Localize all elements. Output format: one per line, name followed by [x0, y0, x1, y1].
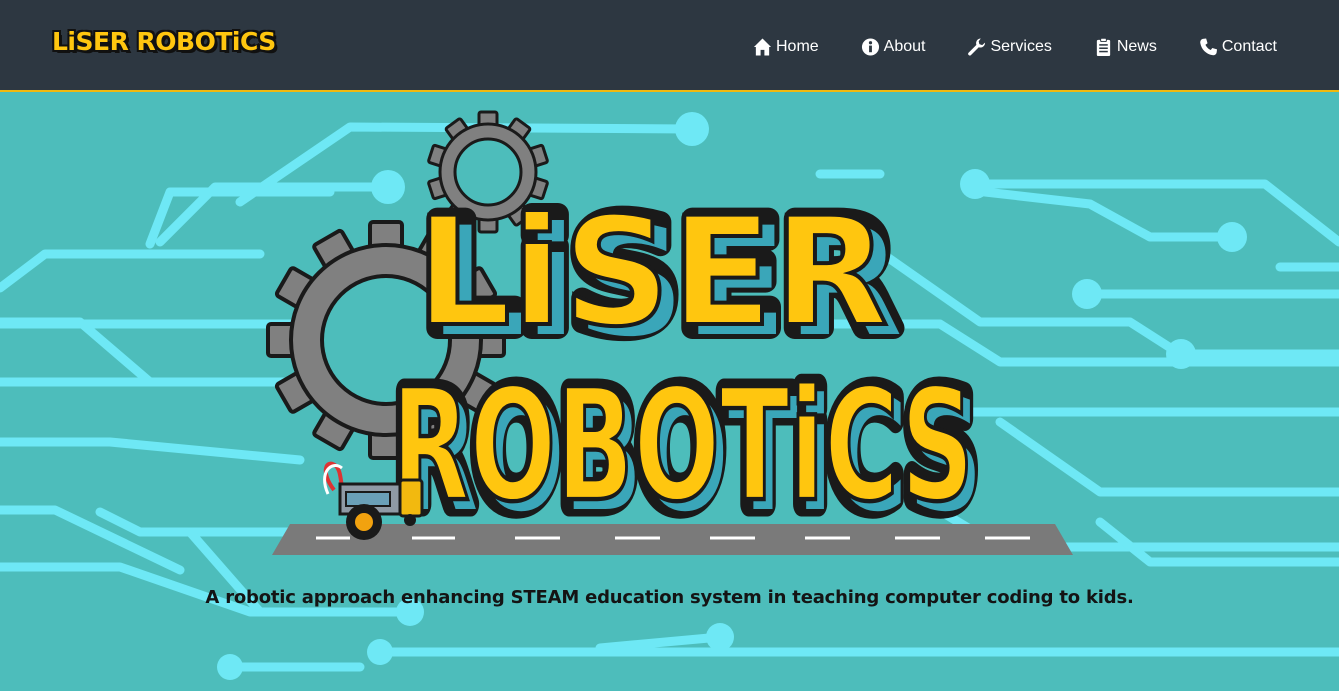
wrench-icon — [967, 37, 986, 57]
nav-services-label: Services — [990, 38, 1052, 55]
nav-contact-label: Contact — [1221, 38, 1277, 55]
nav-about-label: About — [883, 38, 926, 55]
info-icon — [861, 37, 880, 57]
top-navigation-bar: LiSER ROBOTiCS Home About Services News — [0, 0, 1339, 92]
nav-about-link[interactable]: About — [861, 33, 926, 61]
logo-word-robotics: ROBOTiCS ROBOTiCS ROBOTiCS — [385, 350, 988, 551]
svg-text:LiSER: LiSER — [416, 186, 889, 360]
brand-logo[interactable]: LiSER ROBOTiCS — [52, 27, 276, 57]
nav-home-label: Home — [775, 38, 819, 55]
clipboard-icon — [1094, 37, 1113, 57]
hero-tagline: A robotic approach enhancing STEAM educa… — [205, 587, 1134, 608]
nav-contact-link[interactable]: Contact — [1199, 33, 1277, 61]
nav-home-link[interactable]: Home — [753, 33, 819, 61]
svg-text:ROBOTiCS: ROBOTiCS — [391, 355, 974, 536]
nav-services-link[interactable]: Services — [967, 33, 1052, 61]
main-nav: Home About Services News Contact — [711, 33, 1277, 61]
logo-word-liser: LiSER LiSER LiSER — [413, 179, 908, 375]
nav-news-link[interactable]: News — [1094, 33, 1157, 61]
hero-banner: LiSER LiSER LiSER ROBOTiCS ROBOTiCS ROBO… — [0, 92, 1339, 691]
nav-news-label: News — [1116, 38, 1157, 55]
phone-icon — [1199, 37, 1218, 57]
home-icon — [753, 37, 772, 57]
